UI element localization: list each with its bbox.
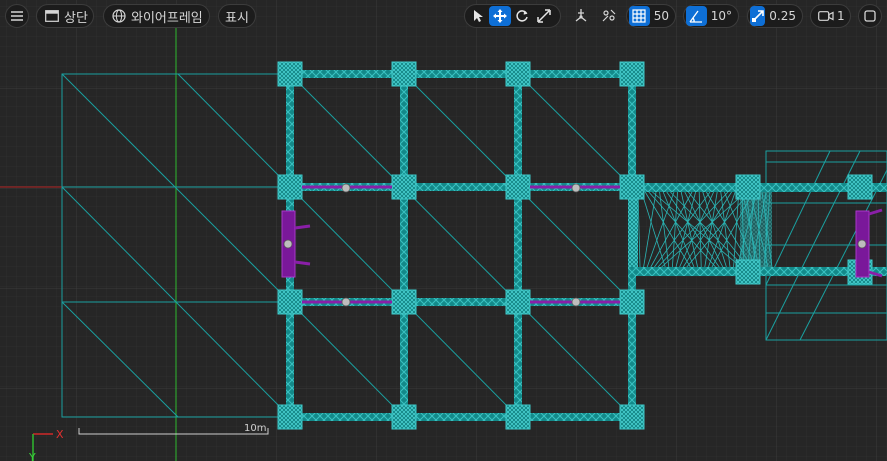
axis-x-label: X (56, 428, 64, 441)
scale-snap-icon (751, 10, 764, 22)
surface-snap-icon (575, 9, 587, 22)
world-local-button[interactable] (598, 6, 620, 26)
rotation-snap-value[interactable]: 10° (707, 9, 736, 23)
camera-icon (818, 11, 834, 21)
pillar-node[interactable] (735, 259, 761, 285)
pillar-node[interactable] (391, 61, 417, 87)
level-viewport[interactable]: 10m X Y (0, 0, 887, 461)
world-local-icon (602, 9, 616, 22)
truss-beam-vertical[interactable] (514, 74, 522, 417)
view-mode-label: 상단 (64, 10, 88, 26)
rotation-snap-group[interactable]: 10° (683, 4, 739, 28)
move-tool-button[interactable] (489, 6, 511, 26)
grid-snap-icon (632, 9, 646, 23)
maximize-viewport-button[interactable] (858, 4, 882, 28)
pillar-node[interactable] (505, 404, 531, 430)
pillar-node[interactable] (619, 289, 645, 315)
pillar-node[interactable] (277, 404, 303, 430)
pillar-node[interactable] (391, 289, 417, 315)
pillar-node[interactable] (391, 404, 417, 430)
scale-snap-group[interactable]: 0.25 (747, 4, 803, 28)
camera-speed-button[interactable]: 1 (810, 4, 851, 28)
rotate-tool-button[interactable] (511, 6, 533, 26)
maximize-icon (864, 10, 876, 22)
globe-icon (112, 9, 126, 23)
scale-snap-toggle[interactable] (750, 6, 766, 26)
pillar-node[interactable] (619, 61, 645, 87)
truss-beam-vertical[interactable] (400, 74, 408, 417)
grid-snap-toggle[interactable] (629, 6, 650, 26)
select-icon (474, 10, 483, 22)
transform-tools-group (464, 4, 561, 28)
axis-y-label: Y (28, 451, 36, 461)
render-mode-label: 와이어프레임 (131, 10, 203, 26)
view-mode-dropdown[interactable]: 상단 (36, 4, 94, 28)
truss-beam-horizontal[interactable] (290, 413, 632, 421)
select-tool-button[interactable] (467, 6, 489, 26)
truss-beam-horizontal[interactable] (290, 70, 632, 78)
move-icon (493, 9, 507, 23)
pillar-node[interactable] (619, 174, 645, 200)
pillar-node[interactable] (277, 61, 303, 87)
pillar-node[interactable] (391, 174, 417, 200)
camera-speed-value: 1 (837, 9, 845, 23)
top-view-icon (45, 10, 59, 22)
pillar-node[interactable] (619, 404, 645, 430)
pillar-node[interactable] (505, 174, 531, 200)
scale-icon (537, 9, 551, 23)
bridge-anchor-left[interactable] (628, 192, 638, 267)
grid-snap-value[interactable]: 50 (650, 9, 673, 23)
grid-snap-group[interactable]: 50 (626, 4, 676, 28)
pillar-node[interactable] (505, 61, 531, 87)
scale-tool-button[interactable] (533, 6, 555, 26)
show-menu-button[interactable]: 표시 (218, 4, 256, 28)
scale-bar-label: 10m (244, 423, 266, 434)
hamburger-icon (11, 11, 23, 21)
viewport-menu-button[interactable] (5, 4, 29, 28)
pillar-node[interactable] (847, 174, 873, 200)
rotation-snap-toggle[interactable] (686, 6, 707, 26)
rotation-snap-icon (689, 10, 703, 23)
rotate-icon (516, 10, 528, 22)
scale-snap-value[interactable]: 0.25 (765, 9, 800, 23)
pillar-node[interactable] (277, 174, 303, 200)
pillar-node[interactable] (277, 289, 303, 315)
surface-snap-button[interactable] (570, 6, 592, 26)
pillar-node[interactable] (735, 174, 761, 200)
pillar-node[interactable] (505, 289, 531, 315)
render-mode-dropdown[interactable]: 와이어프레임 (103, 4, 210, 28)
show-menu-label: 표시 (225, 10, 249, 26)
